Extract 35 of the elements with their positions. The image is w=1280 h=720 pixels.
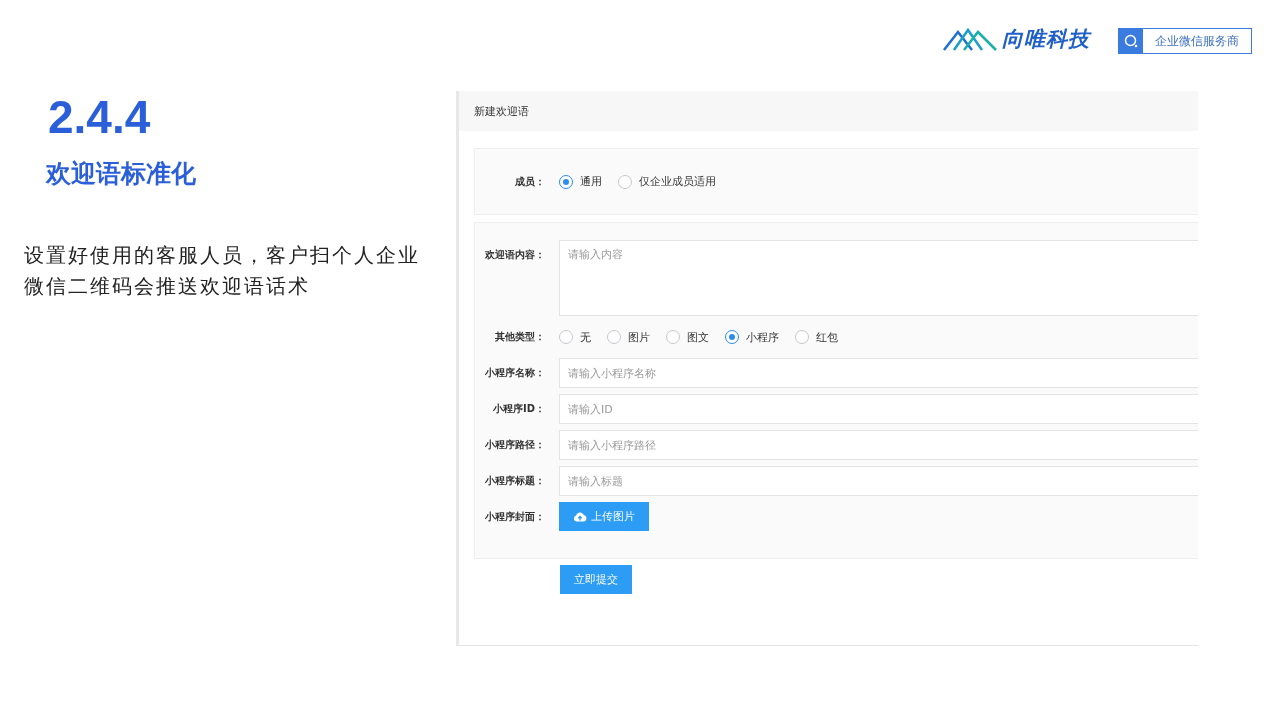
partner-badge: 企业微信服务商 xyxy=(1118,28,1252,54)
input-field[interactable]: 请输入小程序路径 xyxy=(559,430,1198,460)
field-label: 成员： xyxy=(514,174,545,189)
radio-option[interactable]: 小程序 xyxy=(725,329,779,345)
field-label: 其他类型： xyxy=(494,330,545,344)
radio-button[interactable] xyxy=(559,330,573,344)
radio-option[interactable]: 图文 xyxy=(666,329,709,345)
radio-option[interactable]: 图片 xyxy=(607,329,650,345)
section-number: 2.4.4 xyxy=(48,91,151,143)
field-label: 小程序名称： xyxy=(484,366,545,380)
radio-button[interactable] xyxy=(559,174,573,189)
field-label: 欢迎语内容： xyxy=(484,248,545,262)
section-title: 欢迎语标准化 xyxy=(46,158,196,190)
field-label: 小程序标题： xyxy=(484,474,545,488)
panel-header: 新建欢迎语 xyxy=(459,91,1198,131)
radio-button[interactable] xyxy=(607,330,621,344)
radio-button[interactable] xyxy=(795,330,809,344)
radio-button[interactable] xyxy=(666,330,680,344)
cloud-upload-icon xyxy=(573,511,587,522)
radio-option[interactable]: 通用 xyxy=(559,174,602,189)
radio-option[interactable]: 无 xyxy=(559,329,591,345)
input-field[interactable]: 请输入小程序名称 xyxy=(559,358,1198,388)
description-text: 设置好使用的客服人员，客户扫个人企业微信二维码会推送欢迎语话术 xyxy=(24,242,421,300)
mountain-logo-icon xyxy=(942,26,998,52)
radio-button[interactable] xyxy=(725,330,739,344)
input-field[interactable]: 请输入标题 xyxy=(559,466,1198,496)
radio-button[interactable] xyxy=(618,174,632,189)
field-label: 小程序路径： xyxy=(484,438,545,452)
radio-option[interactable]: 红包 xyxy=(795,329,838,345)
field-label: 小程序封面： xyxy=(484,509,545,524)
radio-option[interactable]: 仅企业成员适用 xyxy=(618,174,716,189)
field-label: 小程序ID： xyxy=(491,402,545,416)
content-textarea[interactable]: 请输入内容 xyxy=(559,240,1198,316)
brand-name: 向唯科技 xyxy=(1002,26,1090,53)
input-field[interactable]: 请输入ID xyxy=(559,394,1198,424)
